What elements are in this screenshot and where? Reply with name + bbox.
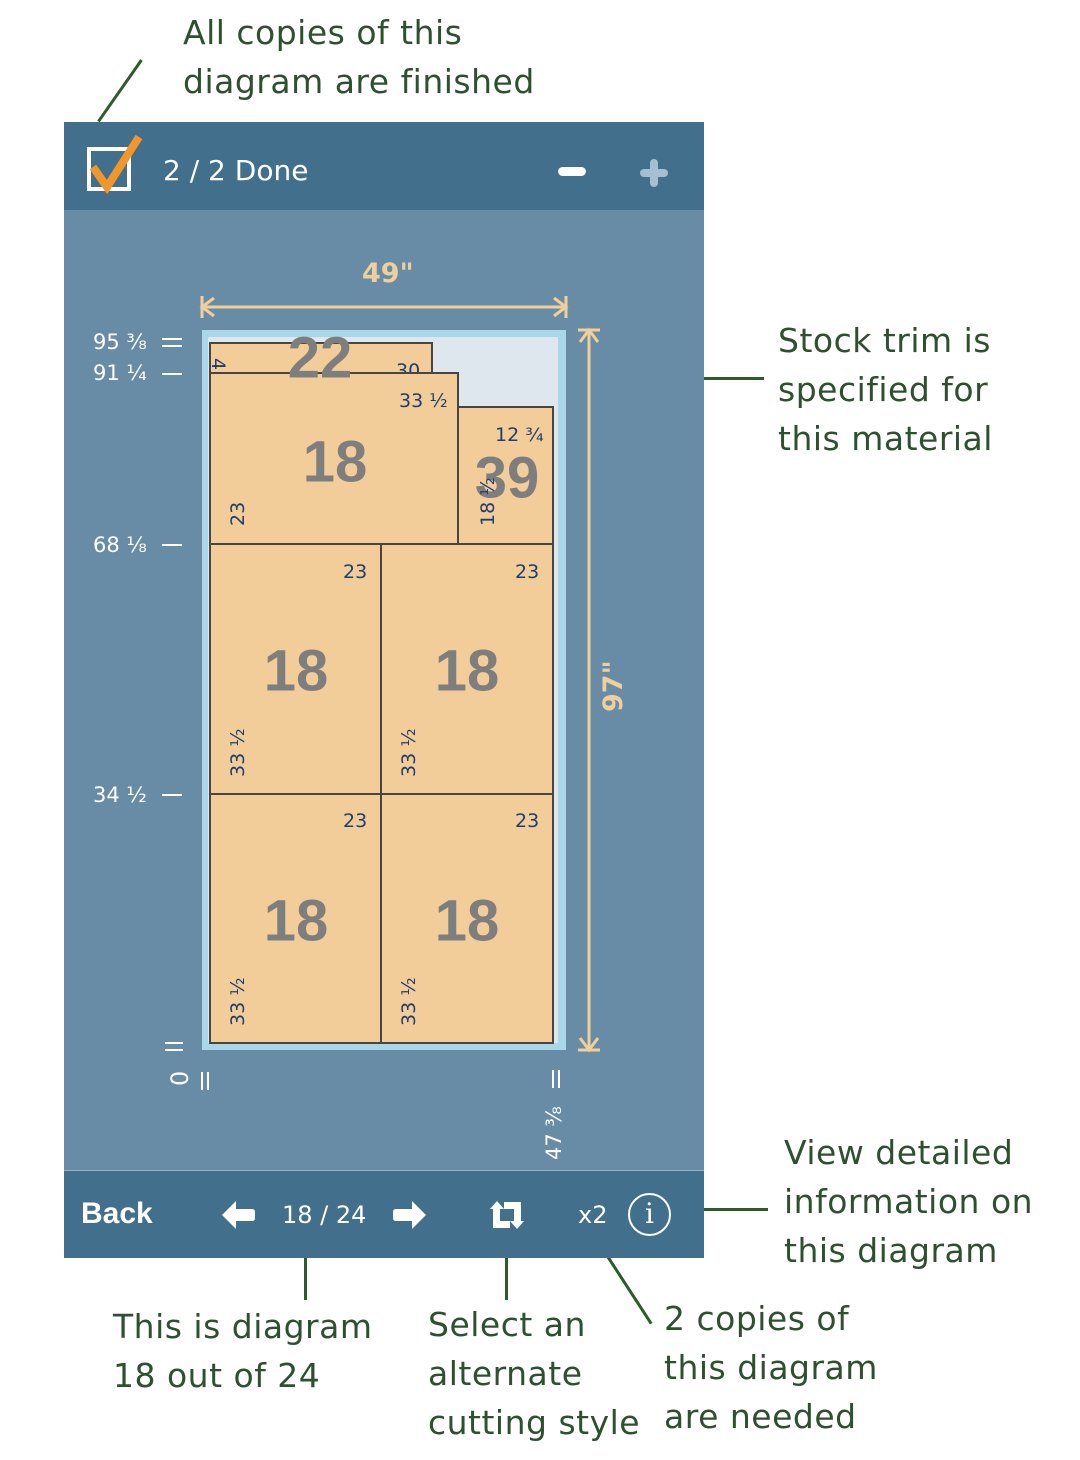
back-button[interactable]: Back — [81, 1197, 153, 1231]
piece-18[interactable]: 23 18 33 ½ — [209, 793, 382, 1044]
piece-18[interactable]: 18 33 ½ 23 — [209, 372, 459, 545]
tick-label: 91 ¹⁄₄ — [93, 361, 147, 385]
piece-18[interactable]: 23 18 33 ½ — [380, 543, 554, 795]
plus-icon[interactable] — [640, 159, 668, 187]
tick-label: 68 ¹⁄₈ — [93, 533, 147, 557]
annotation-page: This is diagram 18 out of 24 — [113, 1307, 373, 1395]
diagram-header: 2 / 2 Done — [64, 122, 704, 210]
tick-label: 0 — [166, 1070, 194, 1086]
tick-label: 47 ³⁄₈ — [542, 1106, 566, 1160]
annotation-done: All copies of this diagram are finished — [183, 13, 535, 101]
annotation-line — [97, 59, 143, 123]
alternate-style-icon[interactable] — [488, 1199, 526, 1231]
annotation-trim: Stock trim is specified for this materia… — [778, 321, 993, 458]
tick-label: 95 ³⁄₈ — [93, 330, 147, 354]
annotation-copies: 2 copies of this diagram are needed — [664, 1299, 878, 1436]
done-checkbox[interactable] — [87, 134, 143, 195]
piece-18[interactable]: 23 18 33 ½ — [380, 793, 554, 1044]
checkmark-icon — [89, 134, 143, 195]
minus-icon[interactable] — [558, 167, 586, 176]
annotation-info: View detailed information on this diagra… — [784, 1133, 1034, 1270]
height-label: 97" — [598, 660, 629, 712]
diagram-footer: Back 18 / 24 x2 i — [64, 1170, 704, 1258]
tick-label: 34 ¹⁄₂ — [93, 783, 147, 807]
page-indicator: 18 / 24 — [282, 1201, 367, 1229]
piece-39[interactable]: 12 ¾ 39 18 ½ — [457, 406, 554, 545]
width-label: 49" — [362, 258, 414, 289]
piece-22-number: 22 — [287, 325, 353, 391]
annotation-style: Select an alternate cutting style — [428, 1305, 641, 1442]
previous-arrow-icon[interactable] — [220, 1199, 256, 1231]
piece-18[interactable]: 23 18 33 ½ — [209, 543, 382, 795]
next-arrow-icon[interactable] — [392, 1199, 428, 1231]
width-arrow — [199, 296, 569, 318]
done-status: 2 / 2 Done — [163, 154, 309, 187]
copies-count: x2 — [578, 1201, 608, 1229]
annotation-line — [694, 1208, 768, 1211]
info-icon[interactable]: i — [628, 1193, 671, 1236]
